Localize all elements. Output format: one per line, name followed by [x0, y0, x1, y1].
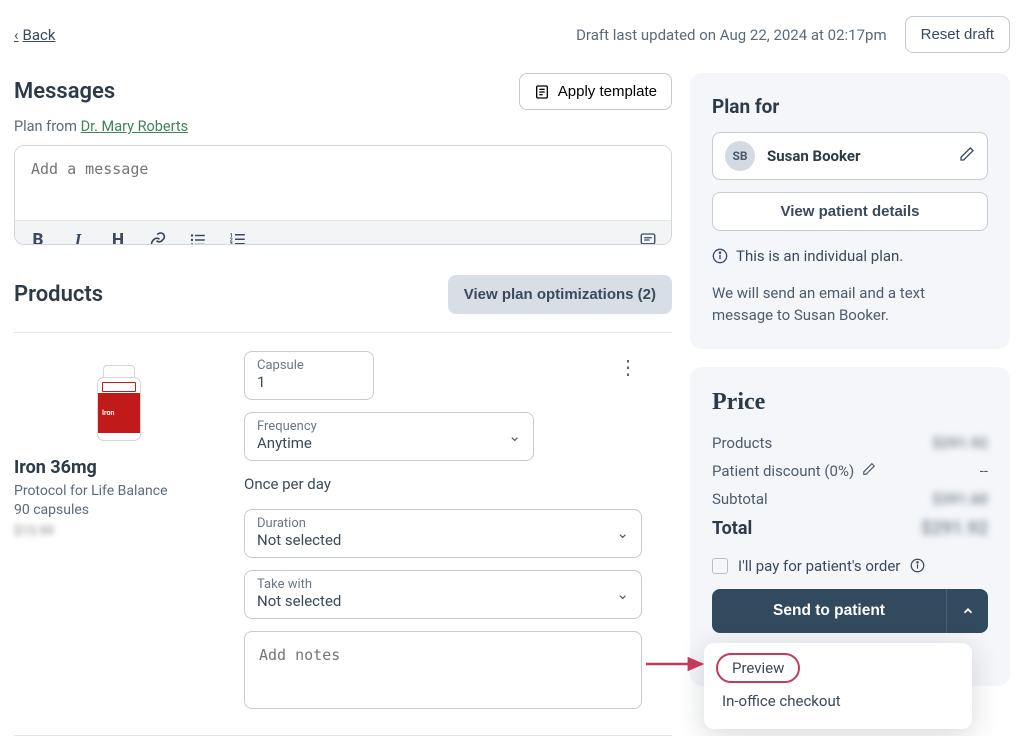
info-icon	[712, 248, 728, 264]
back-link[interactable]: ‹ Back	[14, 26, 55, 44]
subtotal-value: $391.60	[932, 490, 988, 508]
messages-heading: Messages	[14, 79, 115, 104]
duration-label: Duration	[257, 516, 341, 531]
plan-type-info: This is an individual plan.	[736, 247, 903, 265]
chevron-up-icon	[961, 604, 975, 618]
patient-chip: SB Susan Booker	[712, 132, 988, 180]
kebab-menu-icon[interactable]: ⋮	[614, 351, 642, 383]
callout-arrow-icon	[644, 652, 710, 676]
patient-name: Susan Booker	[767, 147, 947, 165]
bold-icon[interactable]: B	[27, 229, 49, 245]
products-heading: Products	[14, 282, 103, 307]
duration-value: Not selected	[257, 531, 341, 549]
link-icon[interactable]	[147, 229, 169, 245]
svg-text:3: 3	[230, 242, 233, 245]
edit-patient-icon[interactable]	[959, 146, 975, 166]
price-heading: Price	[712, 389, 988, 416]
capsule-label: Capsule	[257, 358, 361, 373]
take-with-label: Take with	[257, 577, 341, 592]
take-with-value: Not selected	[257, 592, 341, 610]
price-products-value: $291.92	[932, 434, 988, 452]
plan-for-heading: Plan for	[712, 95, 988, 118]
subtotal-label: Subtotal	[712, 490, 768, 508]
plan-from-prefix: Plan from	[14, 118, 81, 135]
in-office-checkout-option[interactable]: In-office checkout	[704, 683, 972, 719]
product-size: 90 capsules	[14, 501, 224, 520]
edit-discount-icon[interactable]	[862, 462, 876, 480]
numbered-list-icon[interactable]: 123	[227, 229, 249, 245]
back-label: Back	[23, 26, 56, 44]
send-dropdown-toggle[interactable]	[946, 589, 988, 633]
discount-value: --	[980, 462, 988, 480]
draft-timestamp: Draft last updated on Aug 22, 2024 at 02…	[576, 26, 887, 44]
view-optimizations-button[interactable]: View plan optimizations (2)	[448, 275, 672, 314]
chevron-down-icon: ⌄	[616, 524, 629, 542]
send-method-note: We will send an email and a text message…	[712, 283, 988, 327]
total-value: $291.92	[921, 518, 988, 539]
product-image: Iron	[44, 351, 194, 447]
chevron-left-icon: ‹	[14, 26, 19, 44]
discount-label: Patient discount (0%)	[712, 462, 854, 480]
template-icon	[534, 84, 550, 100]
apply-template-label: Apply template	[558, 83, 657, 100]
take-with-select[interactable]: Take with Not selected ⌄	[244, 570, 642, 619]
send-to-patient-button[interactable]: Send to patient	[712, 589, 946, 633]
price-products-label: Products	[712, 434, 772, 452]
preview-option[interactable]: Preview	[716, 653, 800, 683]
practitioner-link[interactable]: Dr. Mary Roberts	[81, 118, 189, 135]
product-brand: Protocol for Life Balance	[14, 482, 224, 501]
heading-icon[interactable]: H	[107, 229, 129, 245]
capsule-value: 1	[257, 373, 361, 391]
chevron-down-icon: ⌄	[616, 585, 629, 603]
total-label: Total	[712, 518, 752, 539]
plan-from-text: Plan from Dr. Mary Roberts	[14, 118, 672, 135]
message-input[interactable]	[15, 146, 671, 216]
apply-template-button[interactable]: Apply template	[519, 73, 672, 110]
frequency-value: Anytime	[257, 434, 317, 452]
view-patient-details-button[interactable]: View patient details	[712, 192, 988, 231]
duration-select[interactable]: Duration Not selected ⌄	[244, 509, 642, 558]
info-icon[interactable]	[910, 558, 925, 573]
bullet-list-icon[interactable]	[187, 229, 209, 245]
editor-toolbar: B I H 123	[15, 220, 671, 245]
pay-for-order-label: I'll pay for patient's order	[738, 557, 900, 575]
divider	[14, 332, 672, 333]
send-dropdown-menu: Preview In-office checkout	[704, 643, 972, 729]
message-composer: B I H 123	[14, 145, 672, 245]
product-price: $15.99	[14, 524, 224, 539]
reset-draft-button[interactable]: Reset draft	[905, 16, 1010, 53]
frequency-label: Frequency	[257, 419, 317, 434]
frequency-select[interactable]: Frequency Anytime ⌄	[244, 412, 534, 461]
pay-for-order-checkbox[interactable]	[712, 558, 728, 574]
notes-input[interactable]	[244, 631, 642, 709]
avatar: SB	[725, 141, 755, 171]
once-per-day-label: Once per day	[244, 475, 642, 493]
capsule-qty-field[interactable]: Capsule 1	[244, 351, 374, 400]
product-title: Iron 36mg	[14, 457, 224, 478]
comment-icon[interactable]	[637, 229, 659, 245]
plan-for-panel: Plan for SB Susan Booker View patient de…	[690, 73, 1010, 349]
chevron-down-icon: ⌄	[508, 427, 521, 445]
italic-icon[interactable]: I	[67, 229, 89, 245]
price-panel: Price Products $291.92 Patient discount …	[690, 367, 1010, 686]
product-card: Iron Iron 36mg Protocol for Life Balance…	[14, 351, 224, 709]
